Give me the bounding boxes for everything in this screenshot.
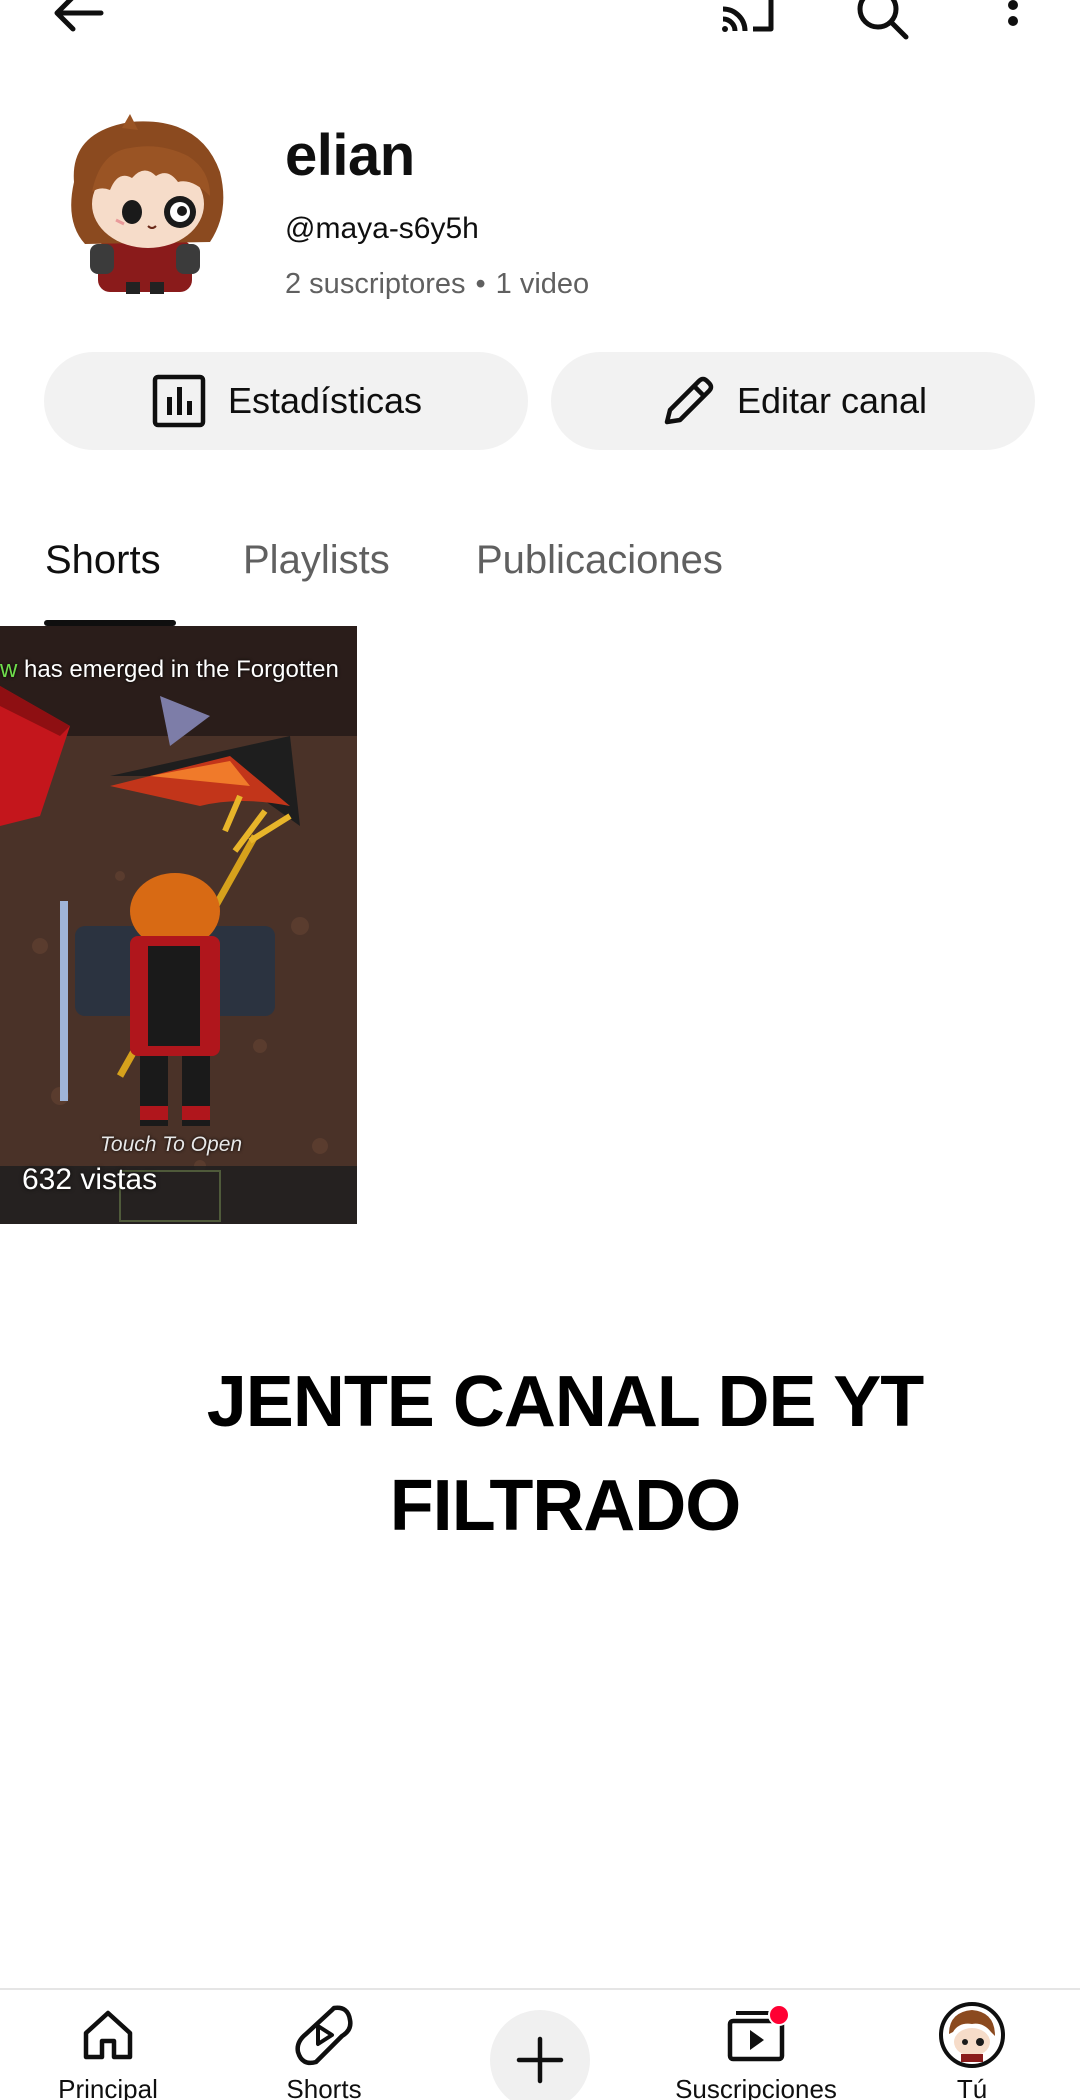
pencil-icon — [659, 372, 717, 430]
home-icon — [73, 2000, 143, 2070]
notification-dot — [768, 2004, 790, 2026]
more-options-button[interactable] — [978, 0, 1048, 48]
edit-channel-label: Editar canal — [736, 380, 928, 421]
plus-icon — [516, 2036, 564, 2084]
short-view-count: 632 vistas — [22, 1163, 158, 1196]
avatar-image — [71, 114, 224, 294]
nav-shorts-label: Shorts — [286, 2074, 362, 2100]
tab-playlists[interactable]: Playlists — [243, 538, 390, 583]
channel-stats[interactable]: 2 suscriptores • 1 video — [285, 268, 589, 301]
short-thumbnail-banner: w has emerged in the Forgotten — [0, 656, 357, 684]
more-vert-icon — [1008, 0, 1018, 26]
arrow-left-icon — [54, 0, 104, 32]
banner-text: has emerged in the Forgotten — [24, 656, 339, 683]
back-button[interactable] — [42, 0, 112, 48]
nav-you-label: Tú — [956, 2074, 988, 2100]
overlay-caption: JENTE CANAL DE YT FILTRADO — [100, 1350, 1030, 1558]
tab-publicaciones[interactable]: Publicaciones — [476, 538, 723, 583]
nav-you[interactable]: Tú — [872, 2000, 1072, 2100]
nav-subscriptions[interactable]: Suscripciones — [656, 2000, 856, 2100]
channel-handle: @maya-s6y5h — [285, 212, 479, 245]
nav-shorts[interactable]: Shorts — [224, 2000, 424, 2100]
touch-to-open-text: Touch To Open — [100, 1133, 243, 1156]
shorts-icon — [289, 2000, 359, 2070]
stats-button-label: Estadísticas — [227, 380, 423, 421]
stats-separator: • — [475, 268, 486, 300]
edit-channel-button[interactable]: Editar canal — [551, 352, 1035, 450]
channel-page: elian @maya-s6y5h 2 suscriptores • 1 video… — [0, 0, 1080, 2100]
stats-button[interactable]: Estadísticas — [44, 352, 528, 450]
caption-line-2: FILTRADO — [389, 1466, 742, 1546]
nav-subscriptions-label: Suscripciones — [675, 2074, 837, 2100]
banner-prefix: w — [0, 656, 18, 683]
search-icon — [857, 0, 909, 40]
caption-line-1: JENTE CANAL DE YT — [206, 1362, 924, 1442]
channel-name: elian — [285, 123, 415, 188]
nav-home[interactable]: Principal — [8, 2000, 208, 2100]
cast-icon — [722, 0, 774, 32]
top-app-bar — [0, 0, 1080, 60]
tab-shorts[interactable]: Shorts — [45, 538, 161, 583]
nav-home-label: Principal — [58, 2074, 158, 2100]
search-button[interactable] — [847, 0, 917, 48]
create-button[interactable] — [490, 2010, 590, 2100]
you-avatar-icon — [937, 2000, 1007, 2070]
cast-button[interactable] — [714, 0, 784, 48]
channel-avatar[interactable] — [60, 112, 230, 297]
video-count: 1 video — [495, 268, 590, 300]
subscriber-count: 2 suscriptores — [285, 268, 466, 300]
bar-chart-icon — [150, 372, 208, 430]
